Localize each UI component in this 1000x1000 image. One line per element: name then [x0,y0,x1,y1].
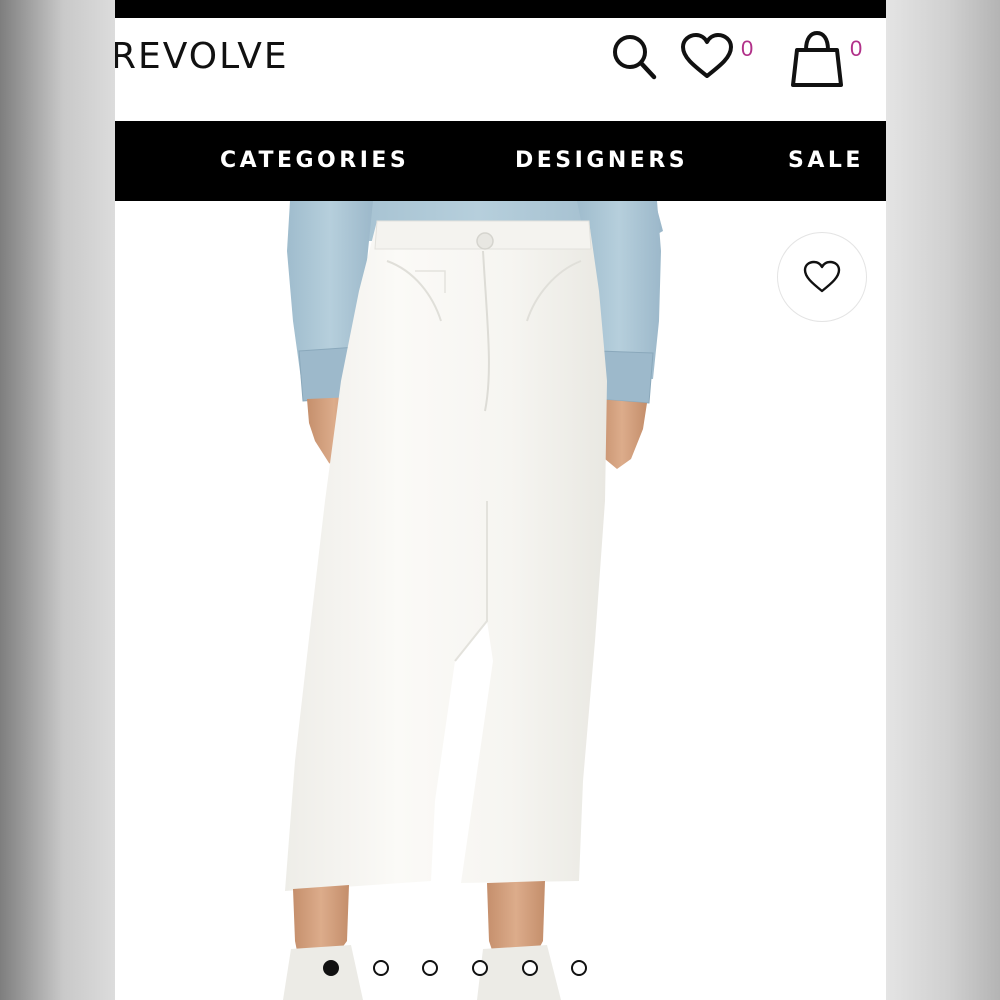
carousel-dot-2[interactable] [373,960,389,976]
wishlist-heart-icon[interactable] [679,32,735,82]
main-nav: CATEGORIES DESIGNERS SALE [115,121,886,201]
bag-count: 0 [850,36,863,61]
revolve-logo[interactable]: REVOLVE [115,36,289,77]
right-background [886,0,1000,1000]
carousel-dot-3[interactable] [422,960,438,976]
nav-categories[interactable]: CATEGORIES [220,148,409,173]
site-header: REVOLVE 0 0 [115,18,886,121]
nav-designers[interactable]: DESIGNERS [515,148,688,173]
status-bar [115,0,886,18]
carousel-dot-4[interactable] [472,960,488,976]
heart-icon [803,260,841,293]
left-background [0,0,115,1000]
product-image [283,201,663,1000]
shopping-bag-icon[interactable] [789,30,845,88]
carousel-dot-6[interactable] [571,960,587,976]
nav-sale[interactable]: SALE [788,148,864,173]
carousel-pagination [115,957,886,981]
wishlist-count: 0 [741,36,754,61]
carousel-dot-1[interactable] [323,960,339,976]
phone-screen: REVOLVE 0 0 CATEGORIES DESIGNERS SALE [115,0,886,1000]
product-image-carousel[interactable] [115,201,886,1000]
search-icon[interactable] [607,30,663,86]
favorite-button[interactable] [777,232,867,322]
carousel-dot-5[interactable] [522,960,538,976]
